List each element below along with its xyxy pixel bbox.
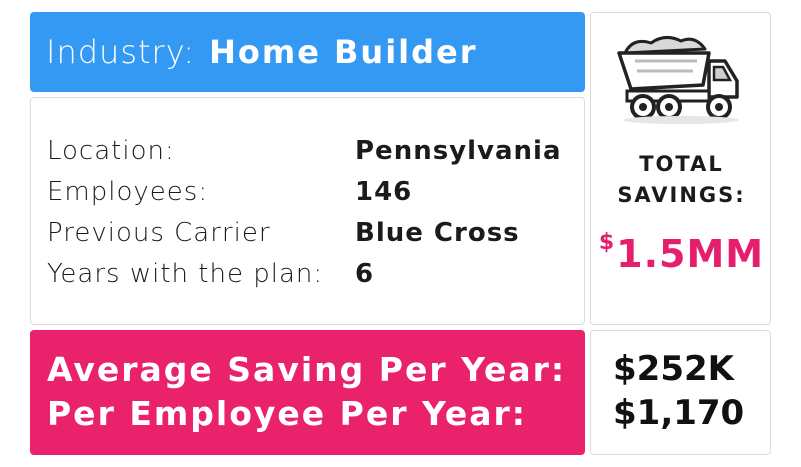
detail-label: Previous Carrier — [47, 218, 271, 248]
total-savings-label-line1: TOTAL — [639, 152, 724, 176]
per-employee-per-year-label: Per Employee Per Year: — [47, 394, 527, 433]
detail-value: 6 — [355, 259, 375, 289]
details-panel: Location: Pennsylvania Employees: 146 Pr… — [30, 97, 585, 325]
detail-value: Blue Cross — [355, 218, 520, 248]
detail-value: 146 — [355, 177, 413, 207]
industry-value: Home Builder — [209, 33, 478, 71]
total-savings-amount: $1.5MM — [591, 230, 772, 276]
detail-label: Location: — [47, 136, 175, 166]
currency-symbol: $ — [598, 230, 615, 255]
avg-saving-per-year-label: Average Saving Per Year: — [47, 350, 567, 389]
total-savings-label-line2: SAVINGS: — [617, 183, 746, 207]
industry-banner: Industry: Home Builder — [30, 12, 585, 92]
average-savings-banner: Average Saving Per Year: Per Employee Pe… — [30, 330, 585, 455]
avg-saving-per-year-value: $252K — [613, 349, 734, 389]
detail-label: Employees: — [47, 177, 209, 207]
average-values-card: $252K $1,170 — [590, 330, 771, 455]
savings-value: 1.5MM — [616, 232, 765, 276]
detail-value: Pennsylvania — [355, 136, 562, 166]
total-savings-card: TOTAL SAVINGS: $1.5MM — [590, 12, 771, 325]
industry-label: Industry: — [46, 33, 196, 71]
per-employee-per-year-value: $1,170 — [613, 393, 745, 433]
detail-label: Years with the plan: — [47, 259, 324, 289]
dump-truck-icon — [617, 36, 739, 124]
